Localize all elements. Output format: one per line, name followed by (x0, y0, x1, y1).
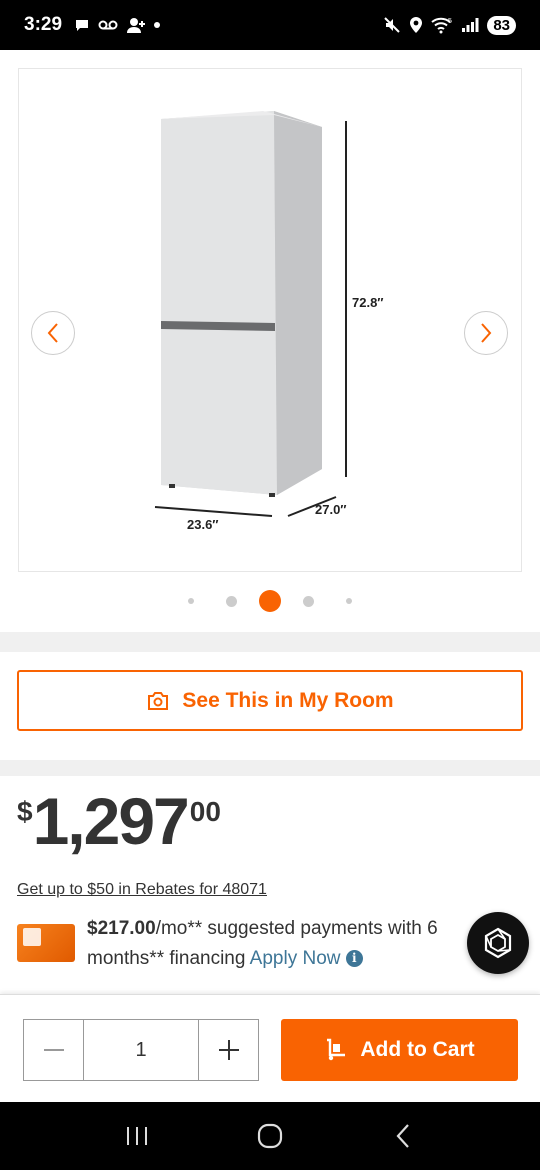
system-navigation-bar (0, 1102, 540, 1170)
price-cents: 00 (189, 796, 221, 827)
product-gallery: 72.8″ 23.6″ 27.0″ (0, 50, 540, 630)
credit-card-image (17, 924, 75, 962)
status-system-icons: 5 83 (383, 15, 516, 35)
camera-icon (148, 691, 169, 710)
decrease-quantity-button[interactable] (24, 1020, 84, 1080)
signal-icon (462, 18, 479, 32)
home-icon (257, 1123, 283, 1149)
recent-apps-button[interactable] (107, 1106, 167, 1166)
previous-image-button[interactable] (31, 311, 75, 355)
battery-level: 83 (487, 15, 516, 35)
add-contact-icon (127, 18, 146, 33)
add-to-cart-bar: 1 Add to Cart (0, 994, 540, 1102)
plus-icon (218, 1040, 239, 1060)
refrigerator-image[interactable]: 72.8″ 23.6″ 27.0″ (19, 69, 523, 573)
minus-icon (43, 1049, 64, 1051)
financing-text: $217.00/mo** suggested payments with 6 m… (87, 914, 467, 974)
financing-offer: $217.00/mo** suggested payments with 6 m… (17, 914, 467, 974)
product-image-frame: 72.8″ 23.6″ 27.0″ (18, 68, 522, 572)
add-to-cart-button[interactable]: Add to Cart (281, 1019, 518, 1081)
gallery-dot-2[interactable] (226, 595, 237, 607)
quantity-stepper: 1 (23, 1019, 259, 1081)
cart-dolly-icon (327, 1038, 346, 1061)
hexagon-logo-icon (484, 927, 512, 959)
apply-now-link[interactable]: Apply Now (250, 948, 341, 969)
back-button[interactable] (373, 1106, 433, 1166)
increase-quantity-button[interactable] (198, 1020, 258, 1080)
back-icon (396, 1124, 410, 1148)
dot-icon (154, 22, 161, 28)
price: $ 1,297 00 (17, 788, 221, 854)
status-bar: 3:29 5 83 (0, 0, 540, 50)
section-divider (0, 760, 540, 776)
home-depot-logo (23, 928, 41, 946)
voicemail-icon (98, 20, 118, 30)
width-dimension: 23.6″ (187, 517, 219, 532)
add-to-cart-label: Add to Cart (360, 1038, 475, 1061)
monthly-payment: $217.00 (87, 918, 156, 939)
chevron-right-icon (481, 323, 492, 343)
mute-icon (384, 17, 401, 33)
quantity-input[interactable]: 1 (84, 1020, 198, 1080)
info-icon[interactable]: i (345, 950, 363, 968)
status-time: 3:29 (24, 14, 63, 35)
message-icon (76, 20, 89, 31)
chat-assistant-button[interactable] (467, 912, 529, 974)
section-divider (0, 632, 540, 652)
gallery-dot-1[interactable] (188, 598, 194, 604)
price-currency: $ (17, 796, 33, 827)
next-image-button[interactable] (464, 311, 508, 355)
status-notification-icons (74, 17, 161, 33)
gallery-pagination (0, 590, 540, 612)
see-in-my-room-button[interactable]: See This in My Room (17, 670, 523, 731)
chevron-left-icon (47, 323, 58, 343)
wifi-icon: 5 (431, 17, 452, 34)
gallery-dot-active[interactable] (259, 590, 281, 612)
gallery-dot-4[interactable] (303, 595, 314, 607)
recent-apps-icon (126, 1127, 147, 1145)
rebates-link[interactable]: Get up to $50 in Rebates for 48071 (17, 881, 267, 899)
location-icon (410, 17, 423, 33)
price-dollars: 1,297 (32, 784, 190, 858)
network-label: 5 (448, 18, 452, 25)
see-in-my-room-label: See This in My Room (182, 688, 394, 712)
height-dimension: 72.8″ (352, 295, 384, 310)
gallery-dot-5[interactable] (346, 598, 352, 604)
home-button[interactable] (240, 1106, 300, 1166)
depth-dimension: 27.0″ (315, 502, 347, 517)
